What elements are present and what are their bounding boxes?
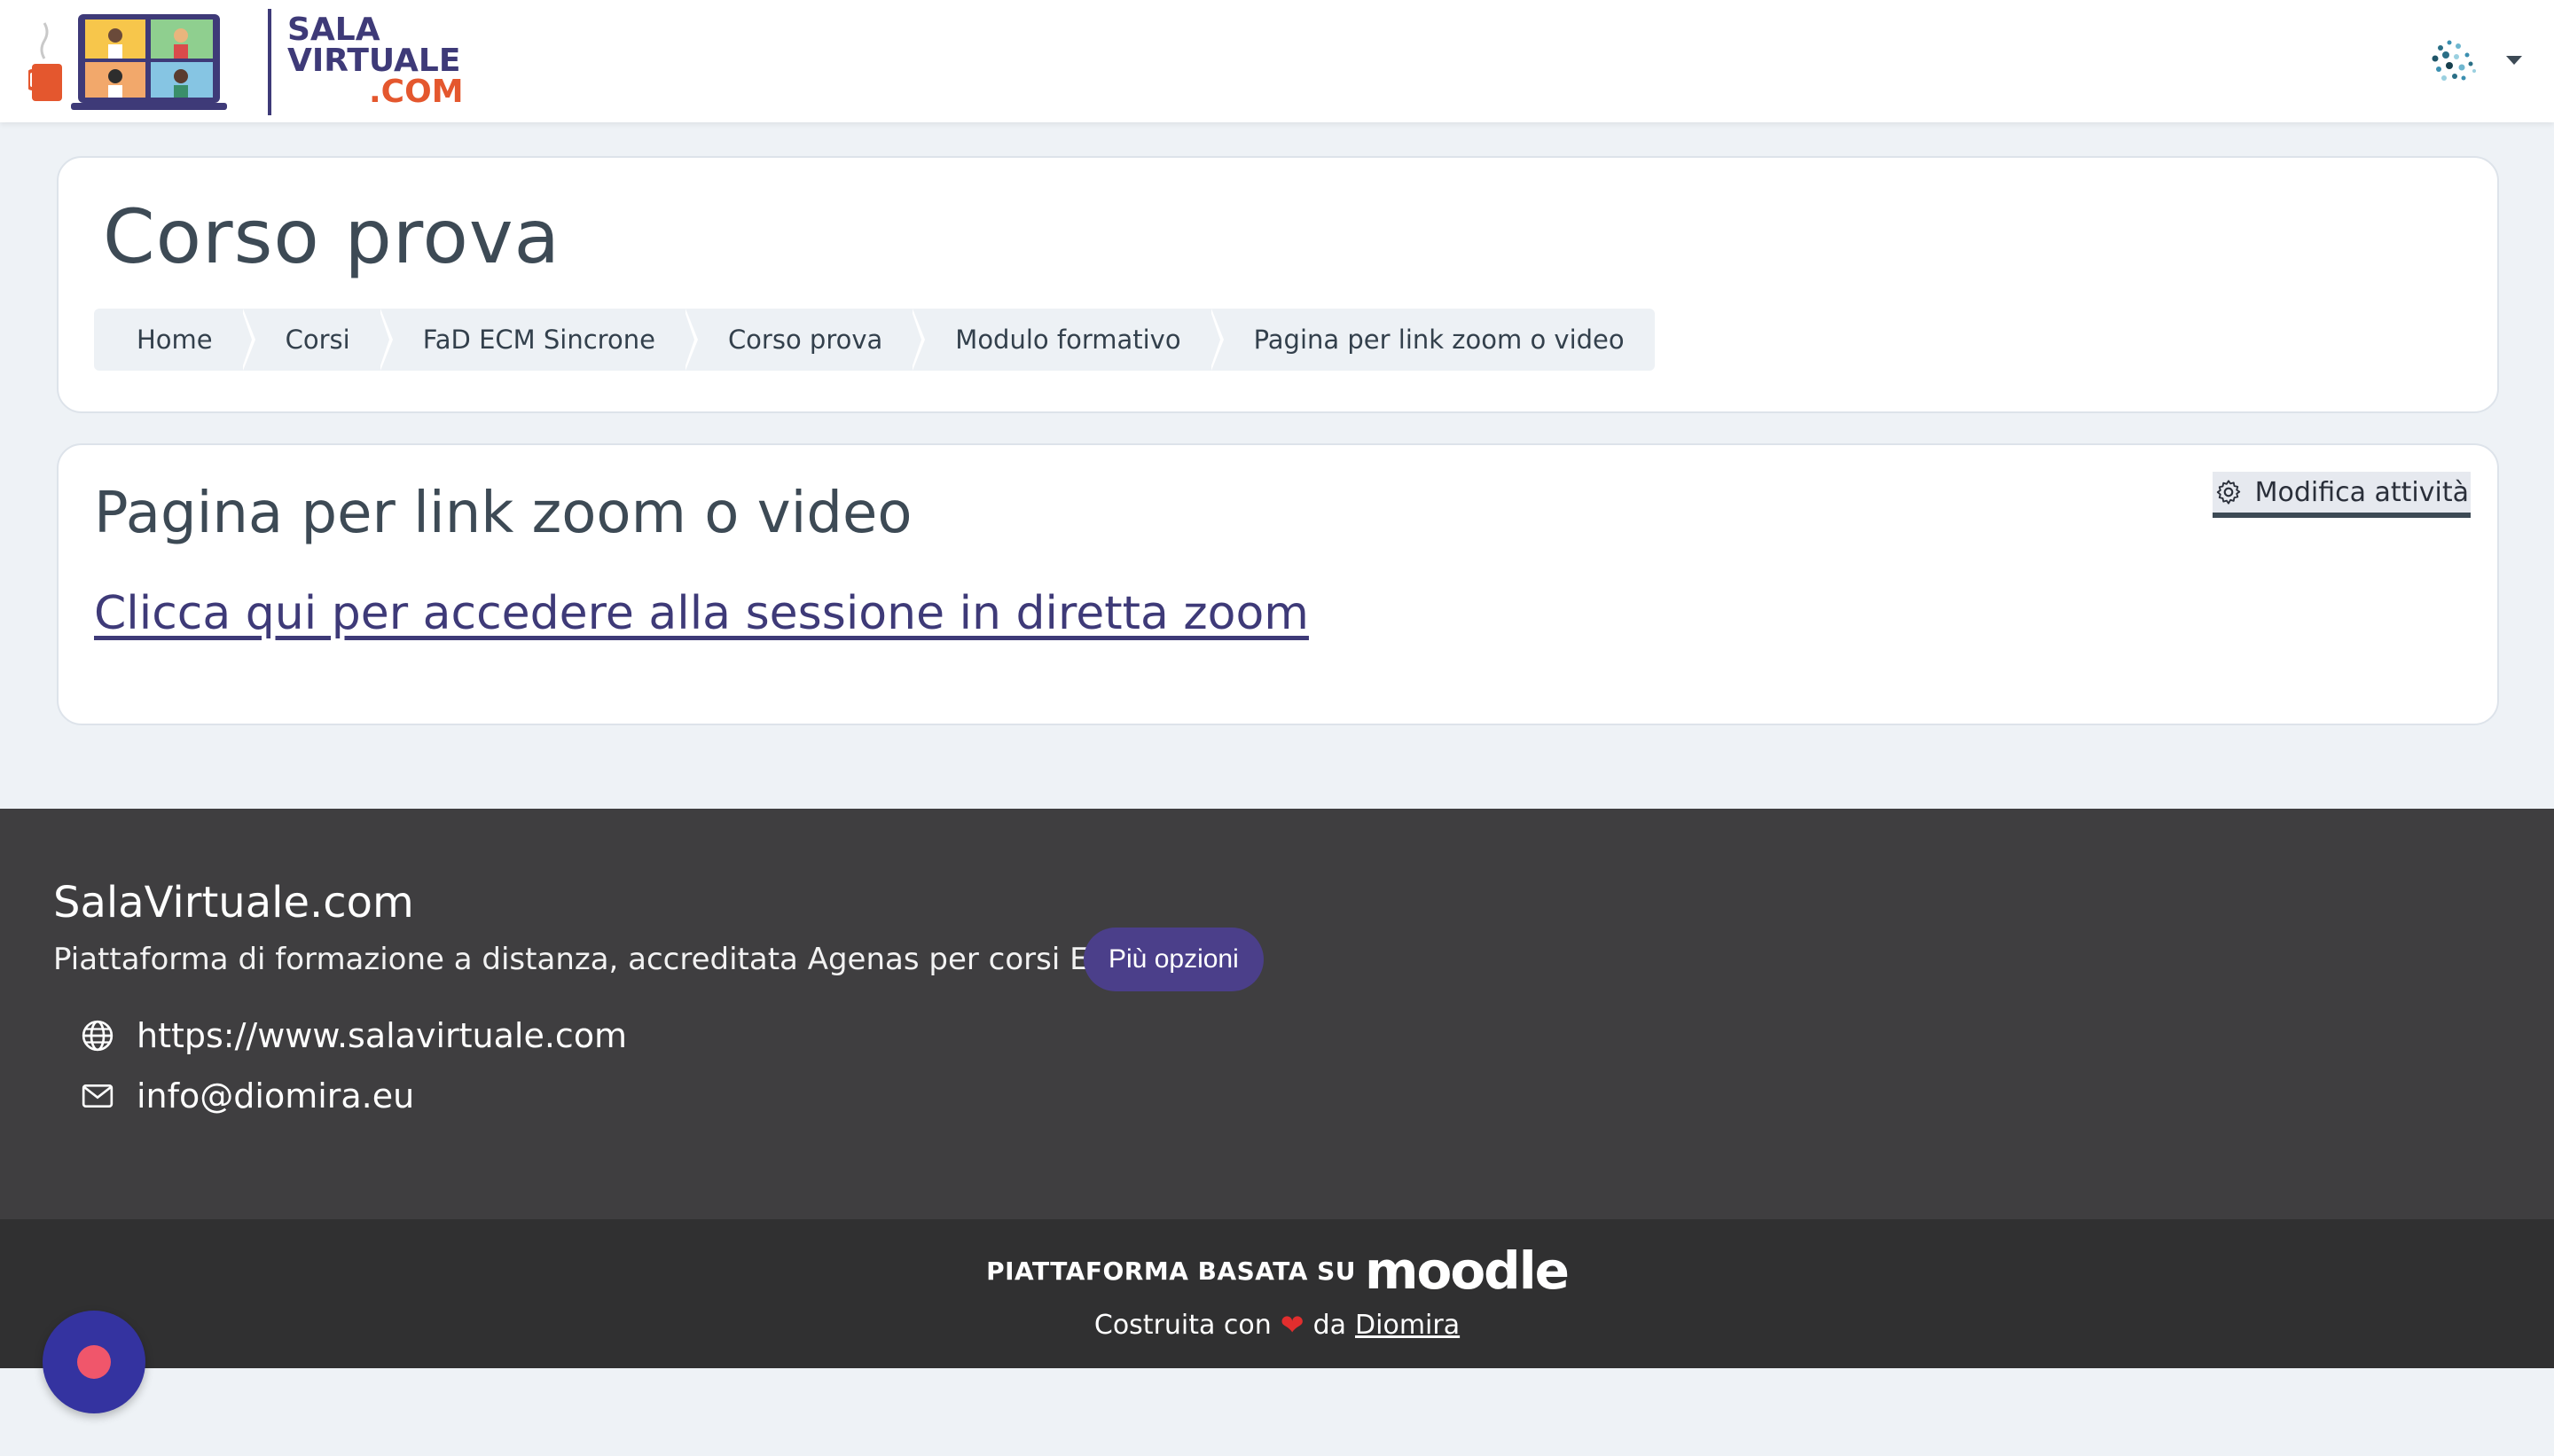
- course-header-card: Corso prova Home Corsi FaD ECM Sincrone …: [57, 156, 2499, 413]
- activity-title: Pagina per link zoom o video: [94, 481, 913, 546]
- breadcrumb-item-corsi[interactable]: Corsi: [243, 309, 393, 371]
- logo-divider: [268, 9, 271, 115]
- course-title: Corso prova: [103, 193, 561, 280]
- user-avatar-icon[interactable]: [2423, 32, 2481, 90]
- edit-activity-button[interactable]: Modifica attività: [2212, 472, 2471, 518]
- footer-website-link[interactable]: https://www.salavirtuale.com: [137, 1016, 627, 1055]
- breadcrumb-item-home[interactable]: Home: [94, 309, 255, 371]
- footer-tagline: Piattaforma di formazione a distanza, ac…: [53, 942, 1136, 977]
- top-navbar: SALA VIRTUALE .COM: [0, 0, 2554, 122]
- footer-site-name: SalaVirtuale.com: [53, 878, 414, 928]
- diomira-link[interactable]: Diomira: [1355, 1310, 1460, 1341]
- activity-card: Pagina per link zoom o video Modifica at…: [57, 443, 2499, 725]
- breadcrumb-item-corso-prova[interactable]: Corso prova: [686, 309, 926, 371]
- footer-email-link[interactable]: info@diomira.eu: [137, 1076, 414, 1115]
- gear-icon: [2216, 480, 2240, 505]
- footer-bottom-bar: PIATTAFORMA BASATA SU moodle Costruita c…: [0, 1219, 2554, 1368]
- breadcrumb-item-current-page[interactable]: Pagina per link zoom o video: [1211, 309, 1655, 371]
- footer-website-row: https://www.salavirtuale.com: [80, 1016, 627, 1055]
- more-options-button[interactable]: Più opzioni: [1084, 928, 1264, 991]
- envelope-icon: [82, 1084, 114, 1108]
- record-dot-icon: [77, 1345, 111, 1379]
- caret-down-icon[interactable]: [2506, 56, 2522, 65]
- built-with: Costruita con ❤ da Diomira: [1093, 1308, 1461, 1342]
- floating-chat-button[interactable]: [43, 1311, 145, 1413]
- heart-icon: ❤: [1280, 1308, 1304, 1342]
- breadcrumb: Home Corsi FaD ECM Sincrone Corso prova …: [94, 309, 1655, 371]
- logo-wordmark: SALA VIRTUALE .COM: [287, 12, 464, 110]
- breadcrumb-item-modulo-formativo[interactable]: Modulo formativo: [913, 309, 1224, 371]
- footer: SalaVirtuale.com Piattaforma di formazio…: [0, 809, 2554, 1219]
- footer-email-row: info@diomira.eu: [80, 1076, 414, 1115]
- site-logo[interactable]: SALA VIRTUALE .COM: [27, 9, 464, 115]
- globe-icon: [82, 1020, 114, 1052]
- zoom-session-link[interactable]: Clicca qui per accedere alla sessione in…: [94, 587, 1309, 640]
- moodle-logo[interactable]: moodle: [1365, 1241, 1570, 1301]
- powered-by-text: PIATTAFORMA BASATA SU: [986, 1256, 1357, 1286]
- edit-activity-label: Modifica attività: [2254, 476, 2469, 508]
- logo-laptop-illustration: [27, 14, 227, 110]
- powered-by: PIATTAFORMA BASATA SU moodle: [0, 1241, 2554, 1301]
- breadcrumb-item-fad-ecm-sincrone[interactable]: FaD ECM Sincrone: [380, 309, 698, 371]
- user-menu-toggle[interactable]: [2423, 32, 2529, 90]
